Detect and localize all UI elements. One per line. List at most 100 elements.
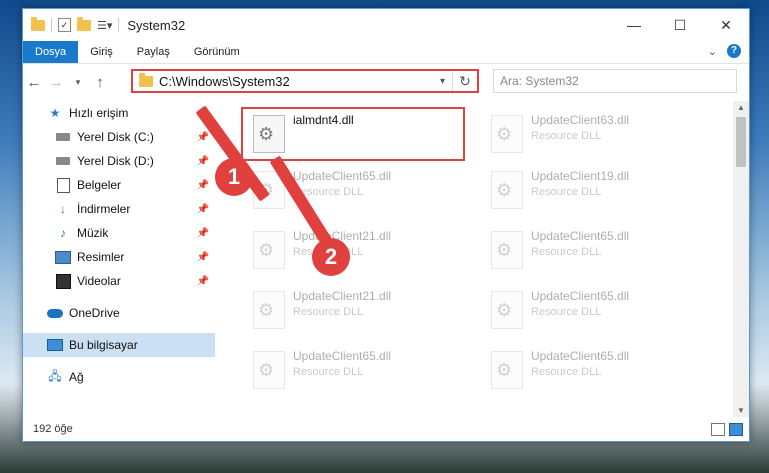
pc-icon	[47, 338, 63, 352]
file-type: Resource DLL	[531, 246, 602, 258]
list-item[interactable]: UpdateClient65.dll Resource DLL	[483, 227, 703, 277]
toolbar-divider	[118, 18, 120, 32]
properties-icon[interactable]: ✓	[58, 18, 71, 32]
file-name: UpdateClient65.dll	[293, 349, 392, 363]
sidebar-item-label: Müzik	[77, 226, 109, 240]
scroll-down-icon[interactable]: ▼	[733, 406, 749, 415]
pin-icon[interactable]: 📌	[197, 204, 209, 215]
minimize-button[interactable]: —	[611, 9, 657, 41]
tab-paylas[interactable]: Paylaş	[125, 41, 182, 63]
file-type: Resource DLL	[531, 130, 602, 142]
sidebar-item-pictures[interactable]: Resimler 📌	[23, 245, 215, 269]
recent-locations-icon[interactable]: ▾	[67, 77, 89, 88]
details-view-icon[interactable]	[711, 423, 725, 436]
sidebar-item-label: Videolar	[77, 274, 121, 288]
list-item[interactable]: UpdateClient19.dll Resource DLL	[483, 167, 703, 217]
file-type: Resource DLL	[293, 186, 364, 198]
tab-giris[interactable]: Giriş	[78, 41, 125, 63]
sidebar-item-videos[interactable]: Videolar 📌	[23, 269, 215, 293]
sidebar-item-onedrive[interactable]: OneDrive	[23, 301, 215, 325]
sidebar-item-network[interactable]: 🖧 Ağ	[23, 365, 215, 389]
pin-icon[interactable]: 📌	[197, 228, 209, 239]
star-icon: ★	[49, 106, 61, 120]
up-arrow-icon[interactable]: ↑	[89, 74, 111, 91]
list-item[interactable]: UpdateClient65.dll Resource DLL	[483, 287, 703, 337]
file-name: UpdateClient19.dll	[531, 169, 630, 183]
sidebar-item-local-disk-c[interactable]: Yerel Disk (C:) 📌	[23, 125, 215, 149]
dll-file-icon	[253, 351, 285, 389]
file-type: Resource DLL	[531, 186, 602, 198]
list-item[interactable]: UpdateClient21.dll Resource DLL	[245, 287, 465, 337]
help-icon[interactable]: ?	[727, 44, 741, 58]
file-name: UpdateClient65.dll	[531, 349, 630, 363]
sidebar-item-label: İndirmeler	[77, 202, 131, 216]
pin-icon[interactable]: 📌	[197, 276, 209, 287]
close-button[interactable]: ✕	[703, 9, 749, 41]
back-arrow-icon[interactable]: ←	[23, 74, 45, 91]
list-item[interactable]: UpdateClient65.dll Resource DLL	[483, 347, 703, 397]
window-title: System32	[127, 17, 186, 33]
drive-icon	[55, 130, 71, 144]
tab-dosya[interactable]: Dosya	[23, 41, 79, 63]
sidebar-item-label: Belgeler	[77, 178, 122, 192]
list-item[interactable]: UpdateClient21.dll Resource DLL	[245, 227, 465, 277]
tiles-view-icon[interactable]	[729, 423, 743, 436]
search-input[interactable]: Ara: System32	[493, 69, 737, 93]
sidebar-item-documents[interactable]: Belgeler 📌	[23, 173, 215, 197]
maximize-button[interactable]: ☐	[657, 9, 703, 41]
scroll-up-icon[interactable]: ▲	[733, 103, 749, 112]
navigation-pane: ★ Hızlı erişim Yerel Disk (C:) 📌 Yerel D…	[23, 101, 215, 417]
file-name: UpdateClient63.dll	[531, 113, 630, 127]
forward-arrow-icon[interactable]: →	[45, 74, 67, 91]
pin-icon[interactable]: 📌	[197, 252, 209, 263]
list-item[interactable]: UpdateClient63.dll Resource DLL	[483, 111, 703, 161]
sidebar-item-label: Hızlı erişim	[69, 106, 129, 120]
ribbon-tabs: Dosya Giriş Paylaş Görünüm ⌄ ?	[23, 41, 749, 64]
dll-file-icon	[491, 115, 523, 153]
file-explorer-window: ✓ ☰▾ System32 — ☐ ✕ Dosya Giriş Paylaş G…	[22, 8, 750, 442]
address-path[interactable]: C:\Windows\System32	[159, 74, 290, 89]
navigation-bar: ← → ▾ ↑ C:\Windows\System32 ▾ ↻ Ara: Sys…	[23, 64, 749, 100]
sidebar-item-label: Yerel Disk (D:)	[77, 154, 154, 168]
drive-icon	[55, 154, 71, 168]
pin-icon[interactable]: 📌	[197, 132, 209, 143]
dll-file-icon	[491, 171, 523, 209]
customize-toolbar-icon[interactable]: ☰▾	[97, 19, 112, 32]
tab-gorunum[interactable]: Görünüm	[182, 41, 252, 63]
new-folder-icon[interactable]	[77, 16, 91, 31]
pin-icon[interactable]: 📌	[197, 180, 209, 191]
file-name: UpdateClient65.dll	[293, 169, 392, 183]
dll-file-icon	[253, 291, 285, 329]
sidebar-item-label: Yerel Disk (C:)	[77, 130, 154, 144]
ribbon-right-controls: ⌄ ?	[708, 44, 741, 58]
file-list: ialmdnt4.dll UpdateClient63.dll Resource…	[233, 101, 727, 417]
sidebar-item-label: OneDrive	[69, 306, 120, 320]
sidebar-item-label: Bu bilgisayar	[69, 338, 138, 352]
file-name: UpdateClient65.dll	[531, 289, 630, 303]
refresh-icon[interactable]: ↻	[452, 71, 477, 91]
quick-access-toolbar: ✓ ☰▾	[31, 16, 120, 32]
cloud-icon	[47, 306, 63, 320]
videos-icon	[55, 273, 71, 289]
address-dropdown-icon[interactable]: ▾	[440, 76, 445, 87]
sidebar-item-music[interactable]: ♪ Müzik 📌	[23, 221, 215, 245]
file-type: Resource DLL	[293, 366, 364, 378]
view-toggle	[711, 423, 743, 436]
toolbar-divider	[51, 18, 52, 32]
dll-file-icon	[491, 231, 523, 269]
list-item[interactable]: UpdateClient65.dll Resource DLL	[245, 347, 465, 397]
scrollbar-thumb[interactable]	[736, 117, 746, 167]
pin-icon[interactable]: 📌	[197, 156, 209, 167]
expand-ribbon-icon[interactable]: ⌄	[708, 45, 717, 58]
pictures-icon	[55, 250, 71, 264]
sidebar-item-this-pc[interactable]: Bu bilgisayar	[23, 333, 215, 357]
file-name: UpdateClient21.dll	[293, 289, 392, 303]
sidebar-item-local-disk-d[interactable]: Yerel Disk (D:) 📌	[23, 149, 215, 173]
vertical-scrollbar[interactable]: ▲ ▼	[733, 101, 749, 417]
sidebar-item-downloads[interactable]: ↓ İndirmeler 📌	[23, 197, 215, 221]
network-icon: 🖧	[48, 368, 62, 383]
address-bar[interactable]: C:\Windows\System32 ▾ ↻	[131, 69, 479, 93]
documents-icon	[55, 177, 71, 193]
sidebar-item-quick-access[interactable]: ★ Hızlı erişim	[23, 101, 215, 125]
item-count: 192 öğe	[33, 423, 73, 435]
